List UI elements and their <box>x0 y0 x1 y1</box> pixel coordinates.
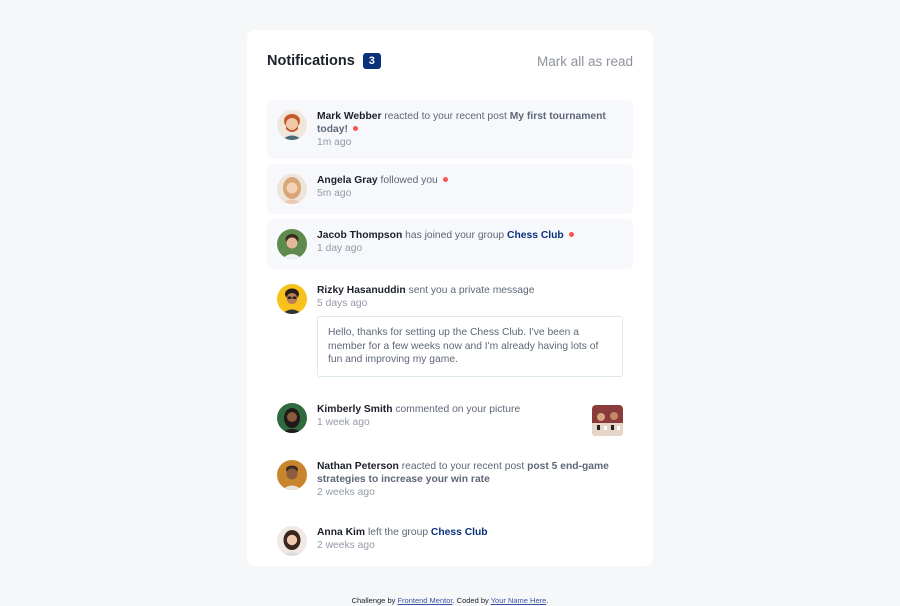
notifications-card: Notifications 3 Mark all as read Mark We… <box>247 30 653 566</box>
mark-all-read-button[interactable]: Mark all as read <box>537 54 633 69</box>
unread-count-badge: 3 <box>362 53 381 69</box>
action-text: reacted to your recent post <box>384 111 507 122</box>
notification-body: Anna Kim left the group Chess Club 2 wee… <box>317 526 623 556</box>
avatar-anna-kim-icon <box>277 525 307 556</box>
actor-name[interactable]: Kimberly Smith <box>317 404 393 415</box>
footer-suffix: . <box>546 596 549 605</box>
group-link[interactable]: Chess Club <box>431 527 488 538</box>
notifications-header: Notifications 3 Mark all as read <box>267 52 633 70</box>
actor-name[interactable]: Angela Gray <box>317 175 378 186</box>
avatar[interactable] <box>277 110 307 140</box>
chess-picture-icon <box>592 404 623 436</box>
avatar[interactable] <box>277 525 307 556</box>
group-link[interactable]: Chess Club <box>507 230 564 241</box>
notification-item[interactable]: Nathan Peterson reacted to your recent p… <box>267 450 633 509</box>
avatar-jacob-thompson-icon <box>277 229 307 259</box>
footer-prefix: Challenge by <box>351 596 396 605</box>
frontend-mentor-link[interactable]: Frontend Mentor <box>397 596 452 605</box>
timestamp: 2 weeks ago <box>317 486 375 498</box>
notification-item[interactable]: Anna Kim left the group Chess Club 2 wee… <box>267 516 633 566</box>
avatar[interactable] <box>277 284 307 314</box>
actor-name[interactable]: Mark Webber <box>317 111 381 122</box>
unread-dot <box>568 232 574 237</box>
attribution-footer: Challenge by Frontend Mentor. Coded by Y… <box>0 596 900 605</box>
notification-body: Kimberly Smith commented on your picture… <box>317 403 623 433</box>
unread-dot <box>352 126 358 131</box>
notification-body: Angela Gray followed you 5m ago <box>317 174 623 204</box>
timestamp: 1 week ago <box>317 416 370 428</box>
action-text: reacted to your recent post <box>401 460 525 472</box>
footer-middle: . Coded by <box>452 596 489 605</box>
avatar-mark-webber-icon <box>277 110 307 140</box>
avatar-nathan-peterson-icon <box>277 459 307 490</box>
action-text: commented on your picture <box>395 403 521 415</box>
notification-item[interactable]: Mark Webber reacted to your recent post … <box>267 100 633 159</box>
action-text: left the group <box>367 526 429 538</box>
avatar-kimberly-smith-icon <box>277 402 307 433</box>
avatar-rizky-hasanuddin-icon <box>277 284 307 314</box>
page-title: Notifications <box>267 53 355 69</box>
avatar[interactable] <box>277 174 307 204</box>
avatar[interactable] <box>277 229 307 259</box>
notification-body: Nathan Peterson reacted to your recent p… <box>317 460 623 499</box>
unread-dot <box>442 177 448 182</box>
timestamp: 5 days ago <box>317 298 368 309</box>
timestamp: 1m ago <box>317 137 352 148</box>
actor-name[interactable]: Jacob Thompson <box>317 230 402 241</box>
timestamp: 2 weeks ago <box>317 539 375 551</box>
avatar[interactable] <box>277 402 307 433</box>
actor-name[interactable]: Nathan Peterson <box>317 461 399 472</box>
avatar[interactable] <box>277 459 307 490</box>
avatar-angela-gray-icon <box>277 174 307 204</box>
action-text: sent you a private message <box>408 285 535 296</box>
action-text: followed you <box>380 175 438 186</box>
author-link[interactable]: Your Name Here <box>491 596 547 605</box>
notification-body: Rizky Hasanuddin sent you a private mess… <box>317 284 623 377</box>
notification-body: Jacob Thompson has joined your group Che… <box>317 229 623 259</box>
private-message[interactable]: Hello, thanks for setting up the Chess C… <box>317 316 623 377</box>
commented-picture-thumbnail[interactable] <box>592 404 623 436</box>
actor-name[interactable]: Rizky Hasanuddin <box>317 285 406 296</box>
notification-body: Mark Webber reacted to your recent post … <box>317 110 623 149</box>
notification-item[interactable]: Rizky Hasanuddin sent you a private mess… <box>267 274 633 387</box>
actor-name[interactable]: Anna Kim <box>317 527 365 538</box>
notification-item[interactable]: Jacob Thompson has joined your group Che… <box>267 219 633 269</box>
notification-item[interactable]: Kimberly Smith commented on your picture… <box>267 393 633 443</box>
action-text: has joined your group <box>405 230 505 241</box>
notification-item[interactable]: Angela Gray followed you 5m ago <box>267 164 633 214</box>
timestamp: 5m ago <box>317 188 352 199</box>
timestamp: 1 day ago <box>317 243 363 254</box>
